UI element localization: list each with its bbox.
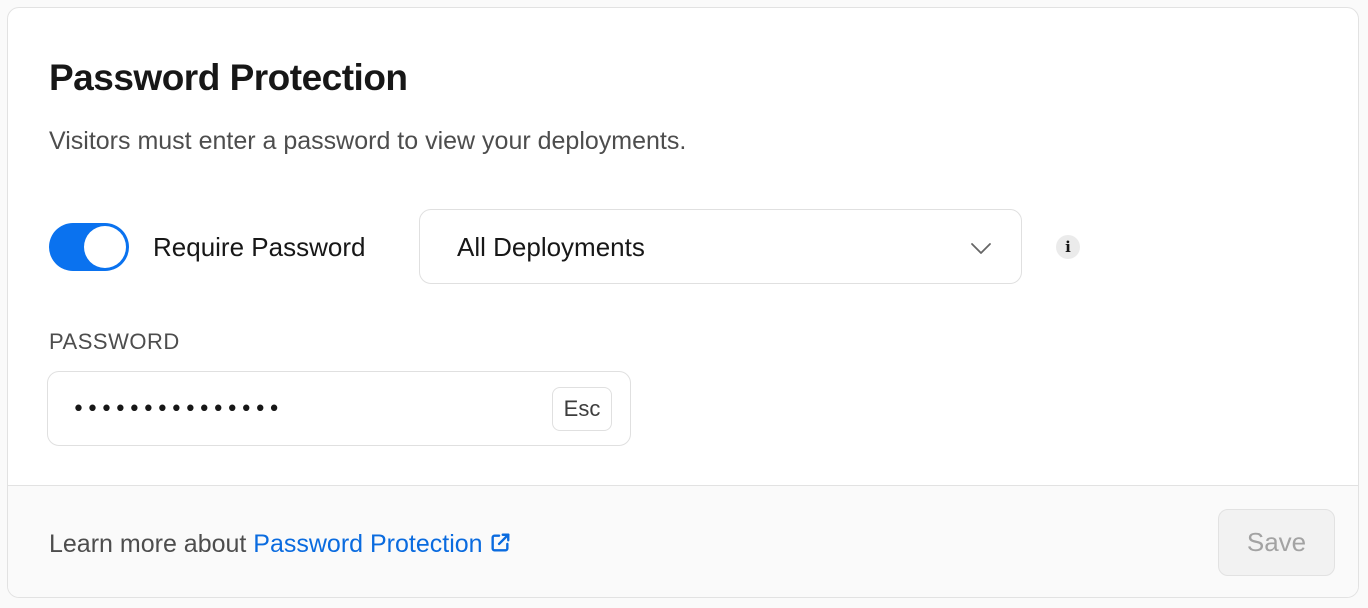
toggle-knob <box>84 226 126 268</box>
section-title: Password Protection <box>49 57 408 98</box>
deployment-scope-select[interactable]: All Deployments <box>419 209 1022 284</box>
section-description: Visitors must enter a password to view y… <box>49 127 687 155</box>
esc-key-hint[interactable]: Esc <box>552 387 612 431</box>
info-icon[interactable]: i <box>1056 235 1080 259</box>
save-button[interactable]: Save <box>1218 509 1335 576</box>
require-password-toggle[interactable] <box>49 223 129 271</box>
docs-link-label: Password Protection <box>253 530 483 558</box>
select-value: All Deployments <box>457 232 645 262</box>
learn-more-prefix: Learn more about <box>49 530 254 558</box>
password-protection-docs-link[interactable]: Password Protection <box>253 530 510 558</box>
external-link-icon <box>491 533 510 552</box>
password-field-label: PASSWORD <box>49 329 180 354</box>
password-field: Esc <box>47 371 631 446</box>
require-password-label: Require Password <box>153 232 366 262</box>
password-input[interactable] <box>72 390 532 428</box>
password-protection-card: Password Protection Visitors must enter … <box>7 7 1359 598</box>
card-footer: Learn more about Password Protection Sav… <box>8 485 1358 597</box>
chevron-down-icon <box>971 243 991 254</box>
learn-more-text: Learn more about Password Protection <box>49 527 511 561</box>
